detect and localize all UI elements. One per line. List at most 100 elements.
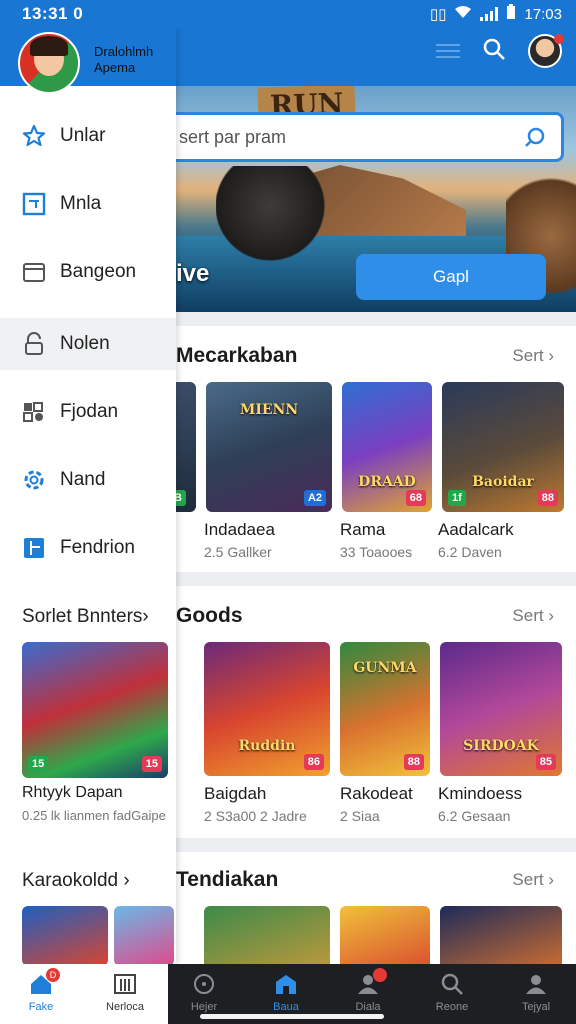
game-name: Kmindoess xyxy=(438,784,523,803)
tile-title: Baoidar xyxy=(472,474,534,490)
home-indicator[interactable] xyxy=(200,1014,384,1019)
drawer-item-fendrion[interactable]: Fendrion xyxy=(0,522,176,574)
tile-title: GUNMA xyxy=(353,660,417,676)
status-icons: ▯▯ 17:03 xyxy=(430,4,562,24)
game-name: Rama xyxy=(340,520,386,539)
book-icon xyxy=(20,534,48,562)
see-all-link[interactable]: Sert › xyxy=(512,346,554,366)
drawer-game-tile[interactable]: 15 15 xyxy=(22,642,168,778)
battery-icon xyxy=(506,4,516,24)
drawer-game-tile[interactable] xyxy=(22,906,108,964)
profile-icon xyxy=(523,972,549,996)
nav-label: Reone xyxy=(435,1001,469,1013)
nav-fake[interactable]: D Fake xyxy=(0,964,82,1024)
search-input[interactable]: sert par pram xyxy=(179,127,517,148)
library-icon xyxy=(112,972,138,996)
tile-title: Ruddin xyxy=(238,738,296,754)
star-icon xyxy=(20,122,48,150)
section-goods: Goods Sert › Ruddin 86 GUNMA 88 SIRDOAK … xyxy=(176,586,576,838)
home-icon: D xyxy=(28,968,60,996)
game-tile[interactable]: GUNMA 88 xyxy=(340,642,430,776)
tile-title: DRAAD xyxy=(358,474,416,490)
see-all-link[interactable]: Sert › xyxy=(512,606,554,626)
tile-title: SIRDOAK xyxy=(463,738,539,754)
wifi-icon xyxy=(454,5,472,23)
section-tendiakan: Tendiakan Sert › xyxy=(176,852,576,976)
drawer-item-label: Nolen xyxy=(60,333,110,354)
see-all-link[interactable]: Sert › xyxy=(512,870,554,890)
drawer-item-bangeon[interactable]: Bangeon xyxy=(0,246,176,298)
profile-avatar[interactable] xyxy=(18,32,80,94)
gear-icon xyxy=(20,466,48,494)
drawer-game-tile[interactable] xyxy=(114,906,174,964)
menu-icon[interactable] xyxy=(436,40,460,62)
game-row: B MIENN A2 DRAAD 68 Baoidar 1f 88 xyxy=(168,382,564,512)
game-tile[interactable]: Baoidar 1f 88 xyxy=(442,382,564,512)
game-meta: 33 Toaooes xyxy=(340,544,413,560)
person-icon xyxy=(355,968,387,996)
hero-cta-button[interactable]: Gapl xyxy=(356,254,546,300)
drawer-item-label: Fjodan xyxy=(60,401,119,422)
section-mecarkaban: Mecarkaban Sert › B MIENN A2 DRAAD 68 Ba… xyxy=(168,326,576,572)
nav-label: Tejyal xyxy=(521,1001,551,1013)
square-icon xyxy=(20,190,48,218)
drawer-item-nolen[interactable]: Nolen xyxy=(0,318,176,370)
nav-label: Nerloca xyxy=(106,1001,144,1013)
section-title: Goods xyxy=(176,604,243,627)
search-icon[interactable] xyxy=(482,37,506,66)
drawer-section-title[interactable]: Sorlet Bnnters› xyxy=(22,606,149,628)
game-name: Indadaea xyxy=(204,520,275,539)
nav-reone[interactable]: Reone xyxy=(416,964,488,1024)
search-submit-icon[interactable] xyxy=(517,119,553,155)
rating-badge: 88 xyxy=(403,754,424,770)
game-tile[interactable]: SIRDOAK 85 xyxy=(440,642,562,776)
top-actions xyxy=(436,34,564,68)
profile-name-line2: Apema xyxy=(94,60,136,75)
drawer-item-fjodan[interactable]: Fjodan xyxy=(0,386,176,438)
vibrate-icon: ▯▯ xyxy=(429,6,447,23)
game-meta: 6.2 Gesaan xyxy=(438,808,511,824)
game-tile[interactable]: DRAAD 68 xyxy=(342,382,432,512)
store-icon xyxy=(273,972,299,996)
drawer-section-title[interactable]: Karaokoldd › xyxy=(22,870,130,892)
drawer-game-name: Rhtyyk Dapan xyxy=(22,784,123,801)
drawer-item-label: Bangeon xyxy=(60,261,137,282)
drawer-item-nand[interactable]: Nand xyxy=(0,454,176,506)
rating-badge: 85 xyxy=(535,754,556,770)
disc-icon xyxy=(191,972,217,996)
nav-label: Fake xyxy=(28,1001,54,1013)
profile-name-line1: Dralohlmh xyxy=(94,44,154,59)
nav-label: Baua xyxy=(273,1001,299,1013)
profile-name: Dralohlmh Apema xyxy=(94,44,153,76)
game-tile[interactable]: MIENN A2 xyxy=(206,382,332,512)
status-time: 13:31 0 xyxy=(22,4,84,23)
game-meta: 6.2 Daven xyxy=(438,544,502,560)
game-meta: 2 Siaa xyxy=(340,808,380,824)
game-tile[interactable]: Ruddin 86 xyxy=(204,642,330,776)
status-time-right: 17:03 xyxy=(524,5,562,23)
status-bar: 13:31 0 ▯▯ 17:03 xyxy=(0,0,576,28)
nav-nerloca[interactable]: Nerloca xyxy=(82,964,168,1024)
rating-badge-left: 1f xyxy=(448,490,466,506)
search-bar[interactable]: sert par pram xyxy=(160,112,564,162)
game-pad-icon xyxy=(20,398,48,426)
game-meta: 2.5 Gallker xyxy=(204,544,272,560)
game-row: Ruddin 86 GUNMA 88 SIRDOAK 85 xyxy=(204,642,562,776)
drawer-game-meta: 0.25 lk lianmen fadGaipe xyxy=(22,808,166,823)
rating-badge: 88 xyxy=(537,490,558,506)
see-all-label: Sert xyxy=(512,606,544,625)
notification-dot xyxy=(554,34,564,44)
game-meta: 2 S3a00 2 Jadre xyxy=(204,808,307,824)
rating-badge: A2 xyxy=(303,490,326,506)
rating-badge: 86 xyxy=(303,754,324,770)
rating-badge: 68 xyxy=(405,490,426,506)
nav-tejyal[interactable]: Tejyal xyxy=(500,964,572,1024)
game-name: Aadalcark xyxy=(438,520,514,539)
drawer-item-unlar[interactable]: Unlar xyxy=(0,110,176,162)
drawer-item-mnla[interactable]: Mnla xyxy=(0,178,176,230)
nav-label: Diala xyxy=(355,1001,381,1013)
see-all-label: Sert xyxy=(512,870,544,889)
user-avatar[interactable] xyxy=(528,34,564,68)
drawer-section-label: Sorlet Bnnters xyxy=(22,606,143,627)
navigation-drawer: Dralohlmh Apema Unlar Mnla Bangeon Nolen… xyxy=(0,28,176,964)
